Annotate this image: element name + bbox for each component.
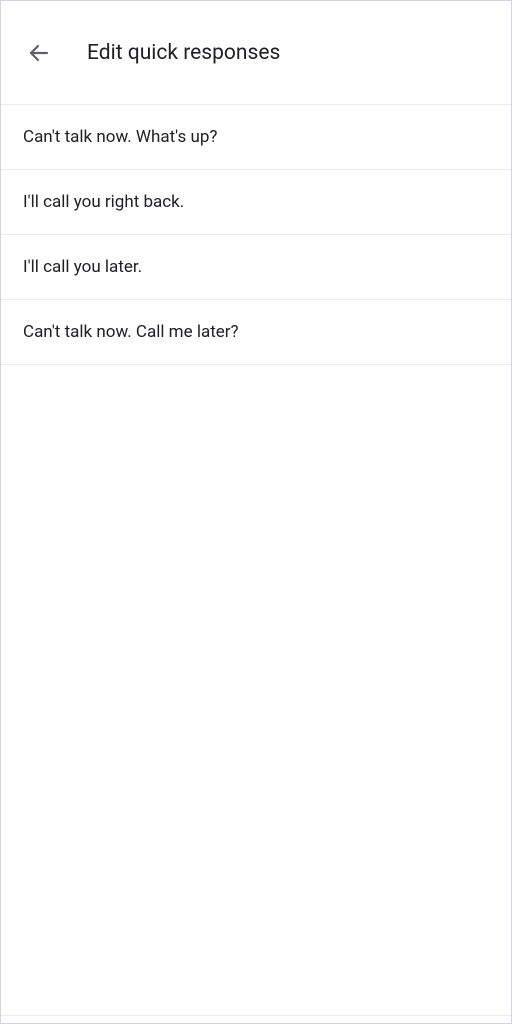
responses-list: Can't talk now. What's up? I'll call you… <box>1 105 511 365</box>
response-item[interactable]: I'll call you right back. <box>1 170 511 235</box>
response-item[interactable]: I'll call you later. <box>1 235 511 300</box>
bottom-divider <box>1 1015 511 1022</box>
back-arrow-icon[interactable] <box>27 41 51 65</box>
page-title: Edit quick responses <box>87 41 280 65</box>
response-item[interactable]: Can't talk now. Call me later? <box>1 300 511 365</box>
response-item[interactable]: Can't talk now. What's up? <box>1 105 511 170</box>
header: Edit quick responses <box>1 1 511 105</box>
